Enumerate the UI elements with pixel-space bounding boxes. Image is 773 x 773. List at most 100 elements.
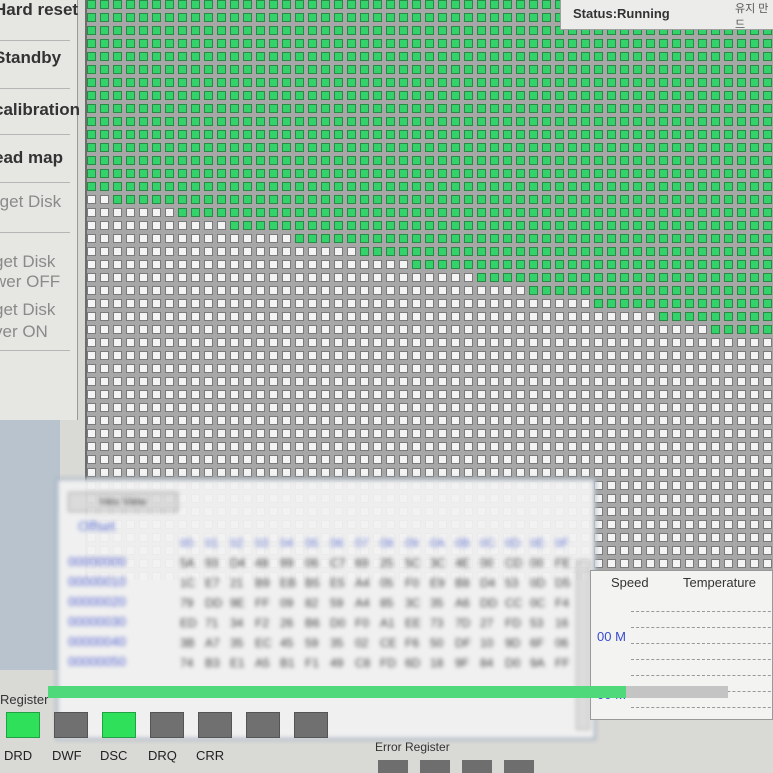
- block-cell: [243, 26, 252, 35]
- block-cell: [464, 78, 473, 87]
- block-cell: [503, 468, 512, 477]
- block-cell: [243, 52, 252, 61]
- block-cell: [672, 260, 681, 269]
- block-cell: [620, 494, 629, 503]
- block-cell: [373, 117, 382, 126]
- block-cell: [490, 195, 499, 204]
- block-cell: [243, 156, 252, 165]
- block-cell: [217, 247, 226, 256]
- block-cell: [308, 26, 317, 35]
- side-button-6[interactable]: wer OFF: [0, 272, 80, 292]
- block-cell: [646, 533, 655, 542]
- side-button-3[interactable]: ead map: [0, 148, 80, 168]
- block-cell: [438, 91, 447, 100]
- block-cell: [555, 351, 564, 360]
- side-button-4[interactable]: rget Disk: [0, 192, 80, 212]
- block-cell: [139, 78, 148, 87]
- block-cell: [191, 13, 200, 22]
- block-cell: [295, 26, 304, 35]
- block-cell: [386, 169, 395, 178]
- block-cell: [594, 78, 603, 87]
- block-cell: [269, 13, 278, 22]
- block-cell: [204, 364, 213, 373]
- block-cell: [139, 416, 148, 425]
- block-cell: [594, 351, 603, 360]
- block-cell: [594, 403, 603, 412]
- block-cell: [87, 221, 96, 230]
- side-button-5[interactable]: get Disk: [0, 252, 80, 272]
- block-cell: [321, 468, 330, 477]
- block-cell: [269, 286, 278, 295]
- block-cell: [295, 169, 304, 178]
- hex-byte: 16: [555, 616, 569, 630]
- block-cell: [555, 130, 564, 139]
- block-cell: [87, 338, 96, 347]
- block-cell: [165, 312, 174, 321]
- side-button-8[interactable]: ver ON: [0, 322, 80, 342]
- block-cell: [87, 455, 96, 464]
- side-button-7[interactable]: get Disk: [0, 300, 80, 320]
- block-cell: [217, 351, 226, 360]
- block-cell: [659, 143, 668, 152]
- block-cell: [711, 429, 720, 438]
- block-cell: [711, 442, 720, 451]
- tab-hex-view[interactable]: Hex View: [68, 492, 178, 512]
- side-button-1[interactable]: Standby: [0, 48, 80, 68]
- block-cell: [243, 143, 252, 152]
- block-cell: [633, 403, 642, 412]
- block-cell: [113, 416, 122, 425]
- block-cell: [724, 312, 733, 321]
- block-cell: [152, 52, 161, 61]
- hex-scrollbar[interactable]: [576, 560, 590, 730]
- side-button-2[interactable]: calibration: [0, 100, 80, 120]
- block-cell: [178, 0, 187, 9]
- block-cell: [204, 455, 213, 464]
- block-cell: [451, 468, 460, 477]
- block-cell: [321, 390, 330, 399]
- block-cell: [646, 52, 655, 61]
- block-cell: [178, 182, 187, 191]
- block-cell: [204, 130, 213, 139]
- block-cell: [698, 377, 707, 386]
- block-cell: [152, 247, 161, 256]
- block-cell: [542, 26, 551, 35]
- block-cell: [230, 169, 239, 178]
- hex-column-header: 07: [355, 536, 369, 550]
- block-cell: [724, 533, 733, 542]
- hex-byte: 85: [380, 596, 394, 610]
- block-cell: [698, 273, 707, 282]
- block-cell: [503, 377, 512, 386]
- block-cell: [243, 390, 252, 399]
- block-cell: [360, 403, 369, 412]
- block-cell: [126, 195, 135, 204]
- block-cell: [204, 338, 213, 347]
- block-cell: [178, 468, 187, 477]
- side-button-0[interactable]: Hard reset: [0, 0, 80, 20]
- block-cell: [204, 104, 213, 113]
- block-cell: [321, 65, 330, 74]
- block-cell: [633, 442, 642, 451]
- block-cell: [490, 247, 499, 256]
- hex-row-offset: 00000020: [68, 594, 126, 609]
- block-cell: [451, 429, 460, 438]
- block-cell: [412, 130, 421, 139]
- block-cell: [373, 195, 382, 204]
- hex-byte: 9A: [530, 656, 545, 670]
- block-cell: [152, 195, 161, 204]
- block-cell: [373, 39, 382, 48]
- block-cell: [490, 377, 499, 386]
- block-cell: [724, 299, 733, 308]
- block-cell: [503, 364, 512, 373]
- block-cell: [139, 260, 148, 269]
- block-cell: [633, 169, 642, 178]
- block-cell: [308, 403, 317, 412]
- block-cell: [217, 52, 226, 61]
- block-cell: [360, 247, 369, 256]
- block-cell: [191, 442, 200, 451]
- hex-byte: B3: [205, 656, 220, 670]
- block-cell: [204, 91, 213, 100]
- block-cell: [386, 351, 395, 360]
- block-cell: [646, 78, 655, 87]
- block-cell: [451, 325, 460, 334]
- block-cell: [412, 377, 421, 386]
